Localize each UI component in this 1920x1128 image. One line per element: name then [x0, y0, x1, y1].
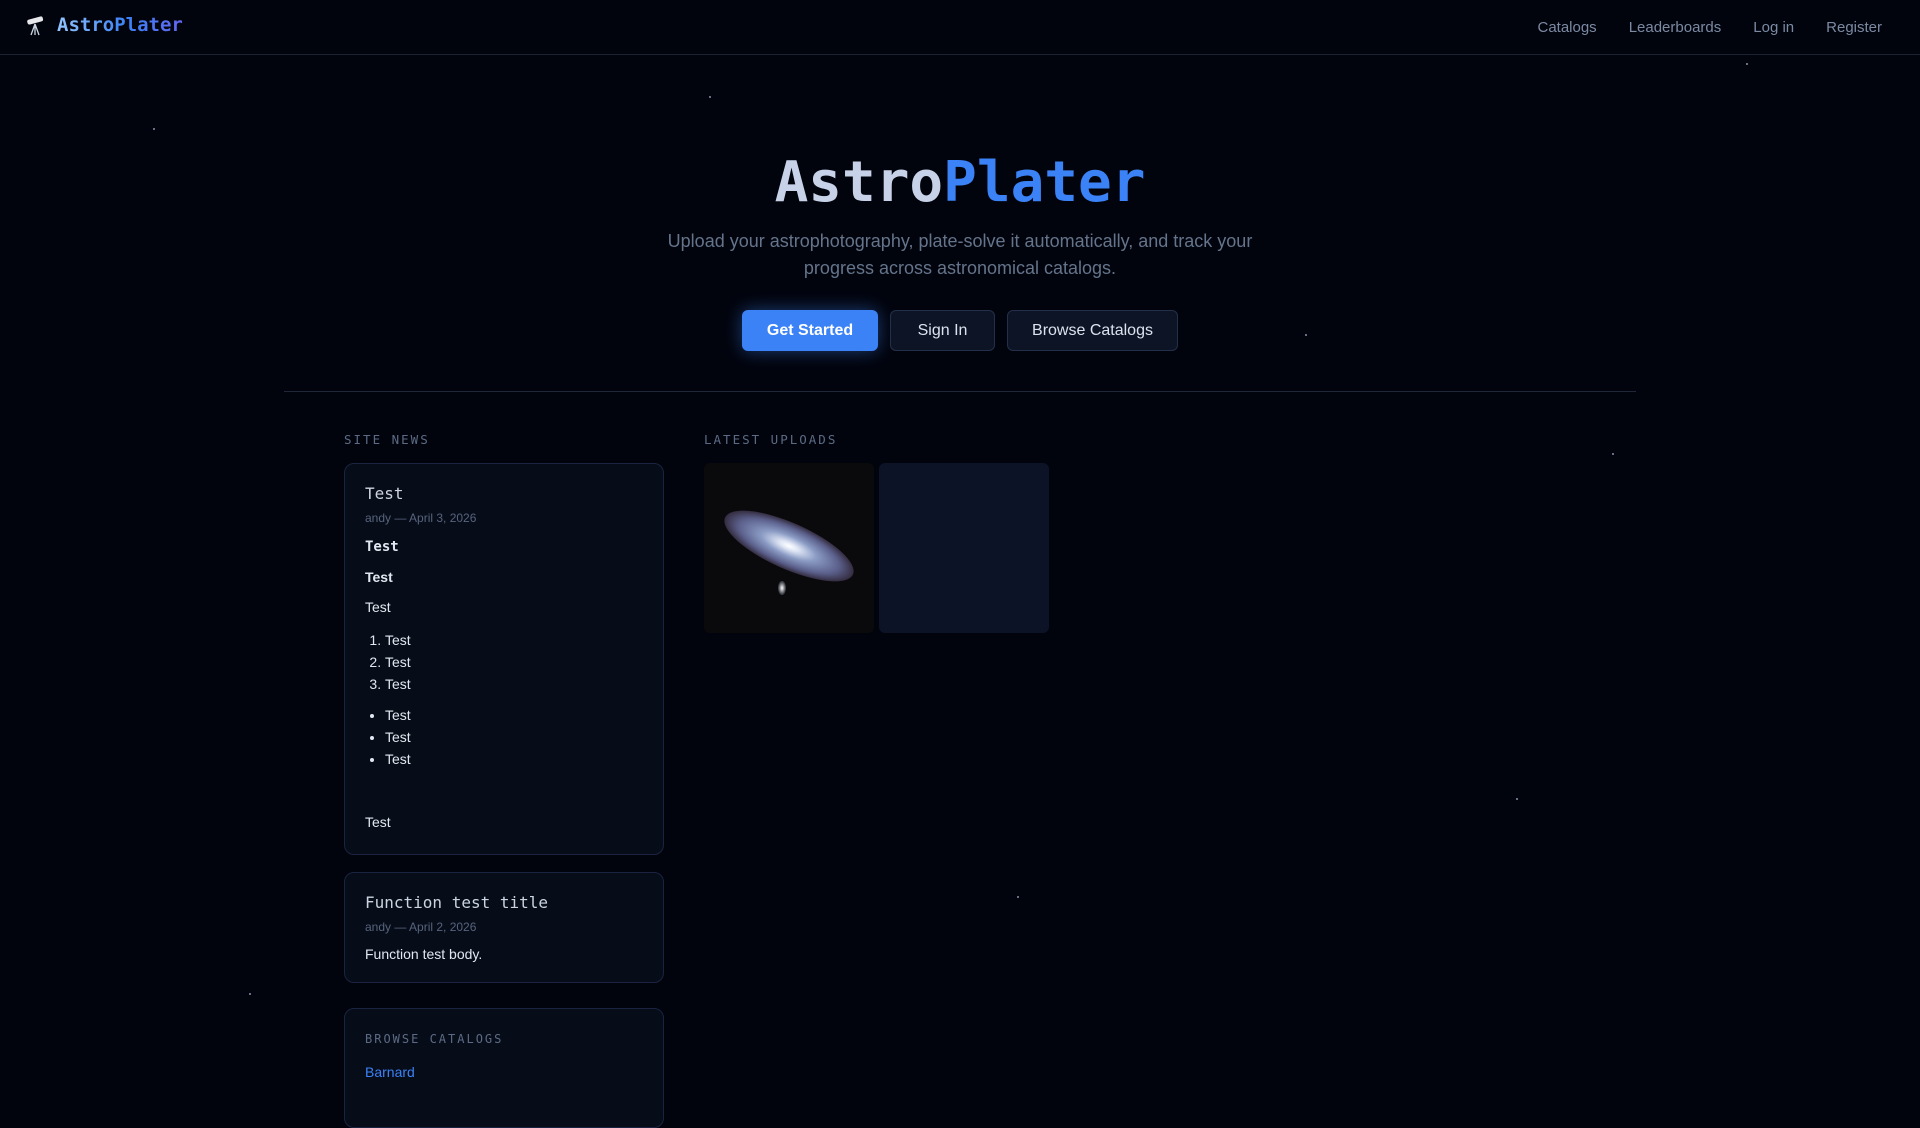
- latest-uploads-label: LATEST UPLOADS: [704, 432, 838, 447]
- list-item: Test: [385, 704, 643, 726]
- star: [1017, 896, 1019, 898]
- hero-title-astro: Astro: [774, 150, 944, 215]
- news-post: Test andy — April 3, 2026 Test Test Test…: [344, 463, 664, 855]
- hero-subtitle: Upload your astrophotography, plate-solv…: [667, 231, 1253, 278]
- nav-leaderboards[interactable]: Leaderboards: [1629, 19, 1722, 36]
- list-item: Test: [385, 673, 643, 695]
- brand-name: AstroPlater: [57, 14, 183, 36]
- post-paragraph: Test: [365, 814, 391, 830]
- star: [1516, 798, 1518, 800]
- star: [1305, 334, 1307, 336]
- browse-catalogs-card: BROWSE CATALOGS Barnard: [344, 1008, 664, 1128]
- post-meta: andy — April 3, 2026: [365, 511, 477, 525]
- star: [153, 128, 155, 130]
- galaxy-image: [715, 496, 863, 596]
- post-meta: andy — April 2, 2026: [365, 920, 477, 934]
- post-heading-1: Test: [365, 539, 399, 555]
- list-item: Test: [385, 651, 643, 673]
- star: [1612, 453, 1614, 455]
- catalog-link-barnard[interactable]: Barnard: [365, 1064, 415, 1080]
- ordered-list: Test Test Test: [385, 629, 643, 695]
- upload-thumbnail-placeholder[interactable]: [879, 463, 1049, 633]
- news-post: Function test title andy — April 2, 2026…: [344, 872, 664, 983]
- post-title: Test: [365, 484, 404, 503]
- nav-login[interactable]: Log in: [1753, 19, 1794, 36]
- get-started-button[interactable]: Get Started: [742, 310, 878, 351]
- brand-logo[interactable]: AstroPlater: [25, 14, 183, 36]
- bullet-list: Test Test Test: [385, 704, 643, 770]
- site-news-label: SITE NEWS: [344, 432, 430, 447]
- hero-title: AstroPlater: [0, 150, 1920, 215]
- post-heading-2: Test: [365, 569, 393, 585]
- post-title: Function test title: [365, 893, 549, 912]
- list-item: Test: [385, 629, 643, 651]
- star: [1746, 63, 1748, 65]
- satellite-galaxy: [778, 581, 786, 595]
- nav-register[interactable]: Register: [1826, 19, 1882, 36]
- divider: [284, 391, 1636, 392]
- star: [709, 96, 711, 98]
- star: [249, 993, 251, 995]
- hero-title-plater: Plater: [943, 150, 1146, 215]
- post-paragraph: Test: [365, 599, 391, 615]
- browse-catalogs-label: BROWSE CATALOGS: [365, 1032, 504, 1046]
- top-nav: AstroPlater Catalogs Leaderboards Log in…: [0, 0, 1920, 55]
- list-item: Test: [385, 748, 643, 770]
- sign-in-button[interactable]: Sign In: [890, 310, 995, 351]
- telescope-icon: [27, 16, 44, 36]
- nav-catalogs[interactable]: Catalogs: [1537, 19, 1596, 36]
- browse-catalogs-button[interactable]: Browse Catalogs: [1007, 310, 1178, 351]
- upload-thumbnail-andromeda[interactable]: [704, 463, 874, 633]
- post-body: Function test body.: [365, 946, 483, 962]
- list-item: Test: [385, 726, 643, 748]
